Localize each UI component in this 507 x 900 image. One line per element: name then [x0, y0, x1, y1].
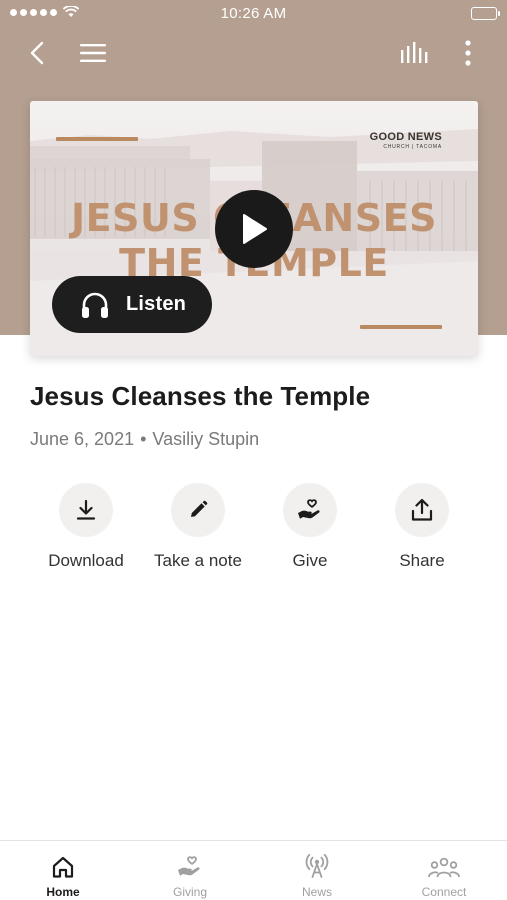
heart-hand-icon — [298, 499, 320, 519]
give-circle — [283, 483, 337, 537]
nav-bar — [0, 30, 507, 74]
bottom-tab-bar: Home Giving News Connect — [0, 840, 507, 900]
share-label: Share — [399, 551, 445, 570]
sermon-speaker: Vasiliy Stupin — [152, 429, 260, 449]
listen-label: Listen — [126, 293, 187, 315]
give-button[interactable]: Give — [254, 483, 366, 571]
sermon-meta: June 6, 2021 • Vasiliy Stupin — [30, 429, 259, 450]
decorative-gold-bar — [56, 137, 138, 141]
download-circle — [59, 483, 113, 537]
home-icon — [52, 856, 74, 878]
more-options-button[interactable] — [451, 36, 485, 70]
take-note-circle — [171, 483, 225, 537]
menu-button[interactable] — [76, 36, 110, 70]
heart-hand-icon — [178, 856, 200, 876]
play-icon — [243, 214, 267, 244]
church-logo: GOOD NEWS CHURCH | TACOMA — [369, 131, 442, 150]
play-button[interactable] — [215, 190, 293, 268]
broadcast-icon — [305, 853, 329, 878]
listen-button[interactable]: Listen — [52, 276, 212, 333]
tab-home-label: Home — [46, 885, 80, 899]
take-note-label: Take a note — [154, 551, 242, 570]
battery-icon — [471, 7, 500, 20]
download-label: Download — [48, 551, 124, 570]
take-note-button[interactable]: Take a note — [142, 483, 254, 571]
share-circle — [395, 483, 449, 537]
meta-separator: • — [140, 429, 147, 449]
sermon-date: June 6, 2021 — [30, 429, 135, 449]
sermon-media-card[interactable]: GOOD NEWS CHURCH | TACOMA JESUS CLEANSES… — [30, 101, 478, 356]
headphones-icon — [82, 292, 108, 318]
decorative-gold-bar — [360, 325, 442, 329]
audio-levels-button[interactable] — [397, 36, 431, 70]
download-button[interactable]: Download — [30, 483, 142, 571]
tab-news[interactable]: News — [254, 841, 380, 900]
tab-giving-label: Giving — [172, 885, 207, 899]
people-icon — [428, 857, 460, 878]
tab-connect-label: Connect — [421, 885, 467, 899]
status-bar: 10:26 AM — [0, 0, 507, 28]
chevron-left-icon — [30, 41, 44, 65]
hamburger-menu-icon — [80, 44, 106, 62]
tab-news-label: News — [301, 885, 332, 899]
tab-home[interactable]: Home — [0, 841, 126, 900]
give-label: Give — [292, 551, 328, 570]
share-icon — [411, 498, 433, 521]
back-button[interactable] — [20, 36, 54, 70]
sermon-title: Jesus Cleanses the Temple — [30, 381, 371, 411]
equalizer-icon — [401, 42, 428, 63]
tab-giving[interactable]: Giving — [127, 841, 253, 900]
tab-connect[interactable]: Connect — [381, 841, 507, 900]
download-icon — [76, 499, 96, 520]
share-button[interactable]: Share — [366, 483, 478, 571]
pencil-icon — [191, 500, 208, 517]
vertical-dots-icon — [465, 40, 471, 66]
status-time: 10:26 AM — [220, 5, 287, 22]
